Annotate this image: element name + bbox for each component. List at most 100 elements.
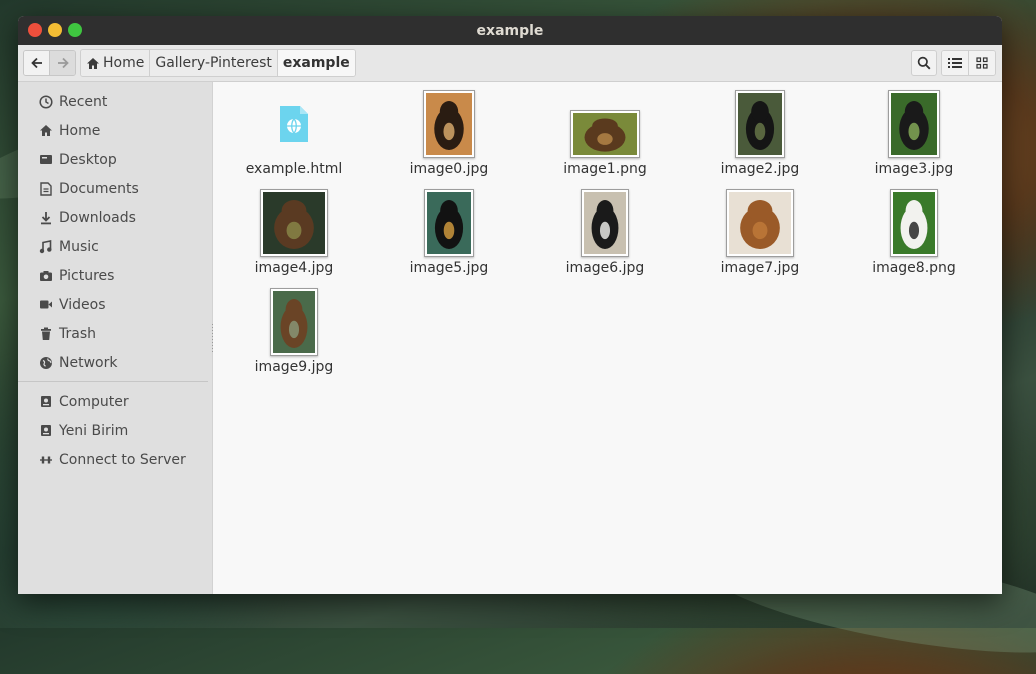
- sidebar-item-label: Home: [59, 122, 101, 139]
- file-item[interactable]: image4.jpg: [229, 189, 359, 276]
- file-manager-window: example Home Gallery-Pinterest example R…: [18, 16, 1002, 594]
- file-name: image7.jpg: [720, 260, 800, 276]
- sidebar-item-downloads[interactable]: Downloads: [18, 203, 212, 232]
- sidebar-item-label: Recent: [59, 93, 108, 110]
- sidebar-divider: [18, 381, 208, 382]
- breadcrumb-home[interactable]: Home: [81, 50, 150, 76]
- sidebar-item-label: Connect to Server: [59, 451, 186, 468]
- sidebar-item-label: Downloads: [59, 209, 136, 226]
- maximize-window-button[interactable]: [68, 23, 82, 37]
- trash-icon: [38, 326, 53, 341]
- minimize-window-button[interactable]: [48, 23, 62, 37]
- sidebar-item-yeni-birim[interactable]: Yeni Birim: [18, 416, 212, 445]
- grid-view-icon: [976, 57, 988, 69]
- sidebar-item-documents[interactable]: Documents: [18, 174, 212, 203]
- arrow-left-icon: [30, 57, 42, 69]
- title-bar[interactable]: example: [18, 16, 1002, 45]
- file-item[interactable]: image8.png: [849, 189, 979, 276]
- thumbnail-wrapper: [849, 189, 979, 257]
- sidebar-item-connect-to-server[interactable]: Connect to Server: [18, 445, 212, 474]
- navigation-buttons: [23, 50, 76, 76]
- globe-icon: [38, 355, 53, 370]
- file-item[interactable]: example.html: [229, 90, 359, 177]
- file-name: image4.jpg: [254, 260, 334, 276]
- file-item[interactable]: image7.jpg: [695, 189, 825, 276]
- sidebar-item-network[interactable]: Network: [18, 348, 212, 377]
- back-button[interactable]: [24, 51, 49, 75]
- sidebar-item-label: Documents: [59, 180, 139, 197]
- close-window-button[interactable]: [28, 23, 42, 37]
- forward-button[interactable]: [49, 51, 75, 75]
- sidebar-item-label: Trash: [59, 325, 96, 342]
- sidebar-item-label: Desktop: [59, 151, 117, 168]
- file-item[interactable]: image6.jpg: [540, 189, 670, 276]
- file-item[interactable]: image5.jpg: [384, 189, 514, 276]
- image-thumbnail: [888, 90, 940, 158]
- desktop-icon: [38, 152, 53, 167]
- sidebar-item-computer[interactable]: Computer: [18, 387, 212, 416]
- sidebar-item-label: Music: [59, 238, 99, 255]
- window-controls: [28, 23, 82, 37]
- file-item[interactable]: image0.jpg: [384, 90, 514, 177]
- breadcrumb-label: Home: [103, 55, 145, 71]
- sidebar-item-home[interactable]: Home: [18, 116, 212, 145]
- thumbnail-wrapper: [695, 189, 825, 257]
- file-name: example.html: [245, 161, 343, 177]
- window-title: example: [476, 22, 544, 39]
- breadcrumb-gallery-pinterest[interactable]: Gallery-Pinterest: [149, 50, 277, 76]
- breadcrumb: Home Gallery-Pinterest example: [80, 49, 356, 77]
- file-name: image5.jpg: [409, 260, 489, 276]
- sidebar-item-label: Yeni Birim: [59, 422, 129, 439]
- html-file-icon: [278, 104, 310, 144]
- image-thumbnail: [270, 288, 318, 356]
- breadcrumb-label: example: [282, 55, 350, 71]
- grid-view-button[interactable]: [968, 51, 995, 75]
- thumbnail-wrapper: [229, 288, 359, 356]
- sidebar-item-trash[interactable]: Trash: [18, 319, 212, 348]
- download-icon: [38, 210, 53, 225]
- home-icon: [87, 57, 99, 69]
- sidebar-item-desktop[interactable]: Desktop: [18, 145, 212, 174]
- file-name: image3.jpg: [874, 161, 954, 177]
- image-thumbnail: [726, 189, 794, 257]
- document-icon: [38, 181, 53, 196]
- list-view-button[interactable]: [942, 51, 968, 75]
- drive-icon: [38, 423, 53, 438]
- image-thumbnail: [735, 90, 785, 158]
- search-icon: [917, 56, 931, 70]
- sidebar-item-label: Pictures: [59, 267, 115, 284]
- breadcrumb-example[interactable]: example: [276, 50, 355, 76]
- video-icon: [38, 297, 53, 312]
- thumbnail-wrapper: [384, 189, 514, 257]
- sidebar-item-recent[interactable]: Recent: [18, 87, 212, 116]
- drive-icon: [38, 394, 53, 409]
- sidebar-item-label: Computer: [59, 393, 129, 410]
- image-thumbnail: [890, 189, 938, 257]
- image-thumbnail: [423, 90, 475, 158]
- sidebar-item-pictures[interactable]: Pictures: [18, 261, 212, 290]
- thumbnail-wrapper: [540, 90, 670, 158]
- file-item[interactable]: image1.png: [540, 90, 670, 177]
- file-name: image1.png: [563, 161, 647, 177]
- thumbnail-wrapper: [229, 189, 359, 257]
- file-name: image2.jpg: [720, 161, 800, 177]
- file-item[interactable]: image9.jpg: [229, 288, 359, 375]
- image-thumbnail: [424, 189, 474, 257]
- file-name: image8.png: [872, 260, 956, 276]
- camera-icon: [38, 268, 53, 283]
- sidebar-item-music[interactable]: Music: [18, 232, 212, 261]
- arrow-right-icon: [57, 57, 69, 69]
- image-thumbnail: [581, 189, 629, 257]
- search-button[interactable]: [911, 50, 937, 76]
- image-thumbnail: [260, 189, 328, 257]
- image-thumbnail: [570, 110, 640, 158]
- file-item[interactable]: image2.jpg: [695, 90, 825, 177]
- clock-icon: [38, 94, 53, 109]
- sidebar-item-videos[interactable]: Videos: [18, 290, 212, 319]
- file-item[interactable]: image3.jpg: [849, 90, 979, 177]
- toolbar: Home Gallery-Pinterest example: [18, 45, 1002, 82]
- file-name: image6.jpg: [565, 260, 645, 276]
- breadcrumb-label: Gallery-Pinterest: [155, 55, 272, 71]
- toolbar-actions: [911, 50, 996, 76]
- file-view: example.html image0.jpg image1.png image2.j…: [213, 82, 1002, 594]
